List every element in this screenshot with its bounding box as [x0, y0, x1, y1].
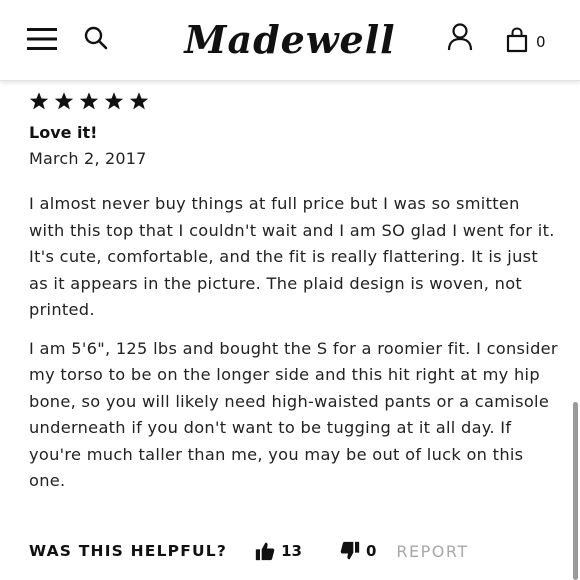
- review-date: March 2, 2017: [29, 149, 147, 168]
- shopping-bag-icon: [506, 27, 528, 53]
- thumbs-down-icon: [340, 541, 360, 560]
- star-rating: [29, 88, 559, 114]
- star-icon: [79, 91, 99, 111]
- site-header: Madewell 0: [0, 0, 580, 81]
- helpful-no-button[interactable]: 0: [340, 541, 376, 561]
- helpful-label: WAS THIS HELPFUL?: [29, 542, 228, 560]
- logo-text: Madewell: [184, 17, 396, 62]
- helpful-yes-count: 13: [281, 542, 302, 560]
- account-button[interactable]: [444, 20, 476, 54]
- thumbs-up-icon: [255, 542, 275, 561]
- review-paragraph: I almost never buy things at full price …: [29, 194, 555, 319]
- helpful-no-count: 0: [365, 542, 377, 560]
- star-icon: [29, 91, 49, 111]
- star-icon: [54, 91, 74, 111]
- search-button[interactable]: [80, 22, 112, 54]
- menu-button[interactable]: [24, 22, 60, 56]
- shopping-bag-button[interactable]: 0: [506, 22, 558, 58]
- review-title: Love it!: [29, 123, 98, 142]
- bag-count: 0: [536, 33, 546, 51]
- report-link[interactable]: REPORT: [396, 542, 468, 561]
- hamburger-menu-icon: [27, 28, 57, 50]
- review-paragraph: I am 5'6", 125 lbs and bought the S for …: [29, 338, 558, 491]
- review: Love it! March 2, 2017 I almost never bu…: [29, 84, 559, 495]
- madewell-logo[interactable]: Madewell: [184, 10, 394, 70]
- helpful-yes-button[interactable]: 13: [255, 541, 302, 561]
- star-icon: [104, 91, 124, 111]
- star-icon: [129, 91, 149, 111]
- user-icon: [447, 23, 473, 51]
- helpful-row: WAS THIS HELPFUL? 13 0 REPORT: [29, 536, 469, 566]
- scrollbar-thumb[interactable]: [573, 402, 578, 580]
- page: Madewell 0 Love it! March 2, 2017 I almo…: [0, 0, 580, 580]
- search-icon: [84, 26, 108, 50]
